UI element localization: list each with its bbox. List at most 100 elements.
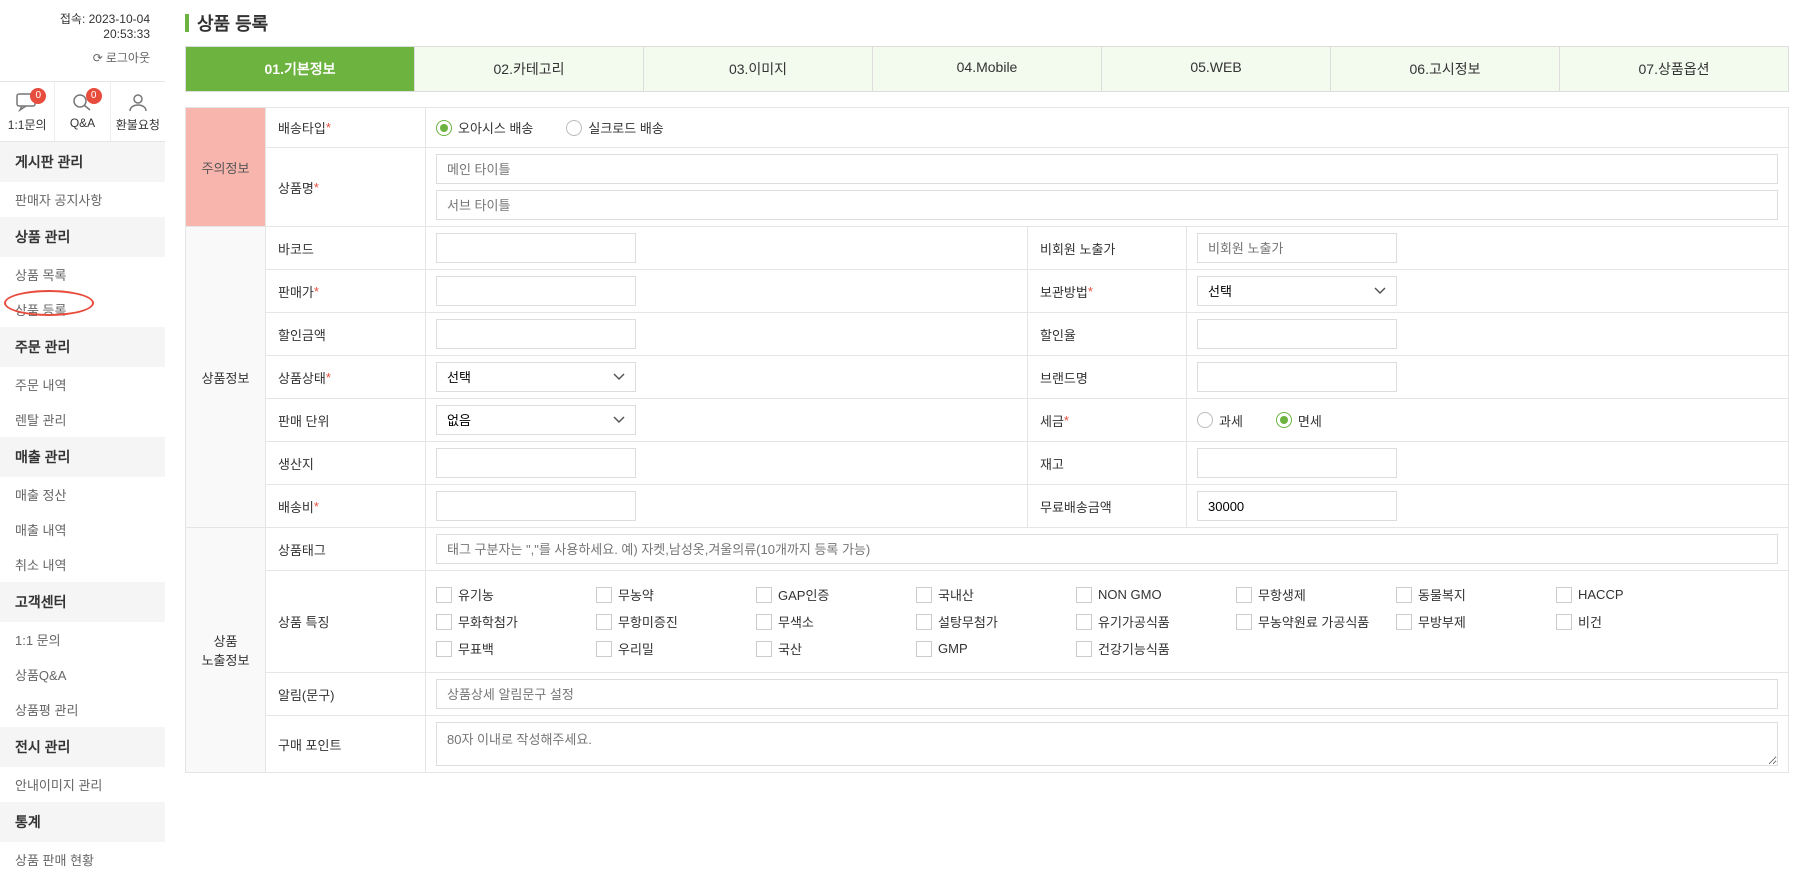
feature-checkbox[interactable]: 우리밀 (596, 635, 756, 662)
input-main-title[interactable] (436, 154, 1778, 184)
menu-item[interactable]: 1:1 문의 (0, 622, 165, 657)
textarea-purchase-point[interactable] (436, 722, 1778, 766)
checkbox-label: 무표백 (458, 639, 494, 658)
menu-header[interactable]: 상품 관리 (0, 217, 165, 257)
menu-item[interactable]: 상품평 관리 (0, 692, 165, 727)
checkbox-icon (1076, 641, 1092, 657)
refund-icon-button[interactable]: 환불요청 (110, 82, 165, 141)
input-product-tag[interactable] (436, 534, 1778, 564)
feature-checkbox[interactable]: 무표백 (436, 635, 596, 662)
menu-header[interactable]: 전시 관리 (0, 727, 165, 767)
menu-item[interactable]: 매출 정산 (0, 477, 165, 512)
feature-checkbox[interactable]: NON GMO (1076, 581, 1236, 608)
input-discount-rate[interactable] (1197, 319, 1397, 349)
menu-header[interactable]: 게시판 관리 (0, 142, 165, 182)
feature-checkbox[interactable]: 비건 (1556, 608, 1716, 635)
feature-checkbox[interactable]: 무농약원료 가공식품 (1236, 608, 1396, 635)
feature-checkbox[interactable]: 국산 (756, 635, 916, 662)
input-origin[interactable] (436, 448, 636, 478)
input-notice[interactable] (436, 679, 1778, 709)
tab[interactable]: 02.카테고리 (415, 47, 644, 91)
feature-checkbox[interactable]: HACCP (1556, 581, 1716, 608)
menu-item[interactable]: 주문 내역 (0, 367, 165, 402)
qna-icon-button[interactable]: 0 Q&A (54, 82, 109, 141)
checkbox-label: 무농약원료 가공식품 (1258, 612, 1369, 631)
menu-item[interactable]: 취소 내역 (0, 547, 165, 582)
checkbox-label: GMP (938, 641, 968, 656)
radio-tax-taxable[interactable]: 과세 (1197, 411, 1243, 430)
menu-item[interactable]: 상품 판매 현황 (0, 842, 165, 877)
label-tax: 세금* (1027, 399, 1187, 441)
select-sale-unit[interactable]: 없음 (436, 405, 636, 435)
menu-item[interactable]: 상품Q&A (0, 657, 165, 692)
input-nonmember-price[interactable] (1197, 233, 1397, 263)
feature-checkbox[interactable]: 유기가공식품 (1076, 608, 1236, 635)
inquiry-icon-button[interactable]: 0 1:1문의 (0, 82, 54, 141)
feature-checkbox[interactable]: 유기농 (436, 581, 596, 608)
input-sub-title[interactable] (436, 190, 1778, 220)
label-free-ship-amount: 무료배송금액 (1027, 485, 1187, 527)
tab[interactable]: 05.WEB (1102, 47, 1331, 91)
select-product-status[interactable]: 선택 (436, 362, 636, 392)
checkbox-icon (436, 614, 452, 630)
feature-checkbox[interactable]: 무농약 (596, 581, 756, 608)
feature-checkbox[interactable]: 국내산 (916, 581, 1076, 608)
person-icon (126, 92, 150, 112)
menu-item[interactable]: 판매자 공지사항 (0, 182, 165, 217)
input-free-ship-amount[interactable] (1197, 491, 1397, 521)
radio-tax-exempt[interactable]: 면세 (1276, 411, 1322, 430)
tab[interactable]: 03.이미지 (644, 47, 873, 91)
refund-label: 환불요청 (111, 116, 165, 133)
logout-link[interactable]: ⟳로그아웃 (0, 41, 165, 81)
access-timestamp: 접속: 2023-10-04 20:53:33 (0, 10, 165, 41)
menu-header[interactable]: 매출 관리 (0, 437, 165, 477)
checkbox-label: 건강기능식품 (1098, 639, 1170, 658)
feature-checkbox[interactable]: 건강기능식품 (1076, 635, 1236, 662)
feature-checkbox[interactable]: 무항생제 (1236, 581, 1396, 608)
menu-header[interactable]: 주문 관리 (0, 327, 165, 367)
checkbox-icon (1396, 614, 1412, 630)
menu-item[interactable]: 안내이미지 관리 (0, 767, 165, 802)
menu-header[interactable]: 통계 (0, 802, 165, 842)
input-ship-fee[interactable] (436, 491, 636, 521)
section-expose-info: 상품 노출정보 (186, 528, 266, 772)
feature-checkbox[interactable]: 무색소 (756, 608, 916, 635)
checkbox-label: NON GMO (1098, 587, 1162, 602)
menu-header[interactable]: 고객센터 (0, 582, 165, 622)
radio-ship-oasis[interactable]: 오아시스 배송 (436, 118, 533, 137)
radio-ship-silkroad[interactable]: 실크로드 배송 (566, 118, 663, 137)
feature-checkbox[interactable]: 무화학첨가 (436, 608, 596, 635)
checkbox-label: 우리밀 (618, 639, 654, 658)
tab[interactable]: 07.상품옵션 (1560, 47, 1788, 91)
tab[interactable]: 06.고시정보 (1331, 47, 1560, 91)
menu-item[interactable]: 렌탈 관리 (0, 402, 165, 437)
feature-checkbox[interactable]: 설탕무첨가 (916, 608, 1076, 635)
menu-item[interactable]: 매출 내역 (0, 512, 165, 547)
radio-icon (566, 120, 582, 136)
input-sale-price[interactable] (436, 276, 636, 306)
checkbox-icon (596, 614, 612, 630)
label-product-name: 상품명* (266, 148, 426, 226)
input-discount-amount[interactable] (436, 319, 636, 349)
checkbox-icon (1556, 614, 1572, 630)
select-storage[interactable]: 선택 (1197, 276, 1397, 306)
feature-checkbox[interactable]: GAP인증 (756, 581, 916, 608)
feature-checkbox[interactable]: 무항미증진 (596, 608, 756, 635)
input-stock[interactable] (1197, 448, 1397, 478)
radio-label: 면세 (1298, 411, 1322, 430)
feature-checkbox[interactable]: 동물복지 (1396, 581, 1556, 608)
input-barcode[interactable] (436, 233, 636, 263)
feature-checkbox[interactable]: GMP (916, 635, 1076, 662)
section-product-info: 상품정보 (186, 227, 266, 527)
menu-item[interactable]: 상품 목록 (0, 257, 165, 292)
input-brand-name[interactable] (1197, 362, 1397, 392)
tab[interactable]: 04.Mobile (873, 47, 1102, 91)
tab[interactable]: 01.기본정보 (186, 47, 415, 91)
menu-item[interactable]: 상품 등록 (0, 292, 165, 327)
checkbox-label: 무항생제 (1258, 585, 1306, 604)
label-origin: 생산지 (266, 442, 426, 484)
checkbox-label: HACCP (1578, 587, 1624, 602)
label-product-feature: 상품 특징 (266, 571, 426, 672)
feature-checkbox[interactable]: 무방부제 (1396, 608, 1556, 635)
radio-label: 과세 (1219, 411, 1243, 430)
